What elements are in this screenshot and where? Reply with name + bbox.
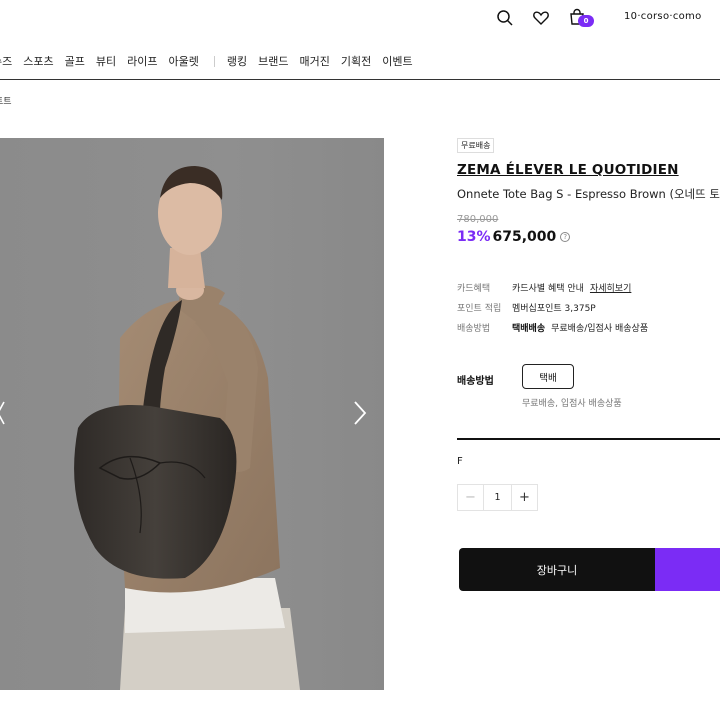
shipping-info-row: 배송방법 택배배송 무료배송/입점사 배송상품 [457, 321, 648, 334]
prev-image-arrow[interactable] [0, 398, 6, 428]
free-shipping-badge: 무료배송 [457, 138, 495, 153]
quantity-increase-button[interactable]: + [511, 484, 538, 511]
product-title: Onnete Tote Bag S - Espresso Brown (오네뜨 … [457, 187, 720, 201]
brand-name-link[interactable]: ZEMA ÉLEVER LE QUOTIDIEN [457, 162, 679, 178]
nav-divider [213, 55, 215, 67]
buy-now-button[interactable] [655, 548, 720, 591]
breadcrumb[interactable]: 토트 [0, 94, 12, 107]
quantity-value[interactable]: 1 [484, 484, 511, 511]
sale-price: 675,000 [492, 229, 557, 245]
points-row: 포인트 적립 멤버십포인트 3,375P [457, 301, 596, 314]
option-divider [457, 438, 720, 440]
points-label: 포인트 적립 [457, 304, 502, 314]
nav-divider-line [0, 79, 720, 80]
shipping-info-label: 배송방법 [457, 324, 491, 334]
nav-item-life[interactable]: 라이프 [127, 53, 157, 69]
chevron-right-icon[interactable] [350, 398, 370, 428]
site-logo[interactable]: 10·corso·como [624, 11, 702, 22]
card-benefit-details-link[interactable]: 자세히보기 [590, 281, 631, 294]
category-nav: 슈즈 스포츠 골프 뷰티 라이프 아울렛 랭킹 브랜드 매거진 기획전 이벤트 [0, 53, 424, 69]
nav-item-event[interactable]: 이벤트 [382, 53, 412, 69]
nav-item-ranking[interactable]: 랭킹 [227, 53, 247, 69]
quantity-decrease-button[interactable]: − [457, 484, 484, 511]
nav-item-beauty[interactable]: 뷰티 [96, 53, 116, 69]
add-to-cart-button[interactable]: 장바구니 [459, 548, 655, 591]
shipping-method-value: 택배배송 [512, 324, 546, 334]
product-image[interactable] [0, 138, 384, 690]
nav-item-golf[interactable]: 골프 [65, 53, 85, 69]
discount-rate: 13% [457, 229, 491, 245]
search-icon[interactable] [494, 7, 516, 29]
option-label: F [457, 456, 463, 467]
cart-count-badge: 0 [578, 15, 594, 27]
shipping-option-button[interactable]: 택배 [522, 364, 574, 389]
nav-item-magazine[interactable]: 매거진 [300, 53, 330, 69]
price-row: 13% 675,000 ? [457, 229, 571, 245]
help-icon[interactable]: ? [560, 232, 571, 242]
original-price: 780,000 [457, 214, 499, 225]
nav-item-outlet[interactable]: 아울렛 [169, 53, 199, 69]
nav-item-sports[interactable]: 스포츠 [23, 53, 53, 69]
points-value: 멤버십포인트 3,375P [512, 304, 596, 314]
card-benefit-row: 카드혜택 카드사별 혜택 안내 자세히보기 [457, 281, 631, 294]
heart-icon[interactable] [530, 7, 552, 29]
shipping-option-note: 무료배송, 입점사 배송상품 [522, 399, 622, 409]
quantity-stepper: − 1 + [457, 484, 538, 511]
nav-item-exhibition[interactable]: 기획전 [341, 53, 371, 69]
nav-item-brand[interactable]: 브랜드 [258, 53, 288, 69]
card-benefit-label: 카드혜택 [457, 284, 491, 294]
nav-item-shoes[interactable]: 슈즈 [0, 53, 12, 69]
shipping-info-value: 무료배송/입점사 배송상품 [551, 324, 649, 334]
shipping-select-label: 배송방법 [457, 376, 494, 387]
add-to-cart-label: 장바구니 [536, 563, 578, 577]
card-benefit-value: 카드사별 혜택 안내 [512, 284, 584, 294]
